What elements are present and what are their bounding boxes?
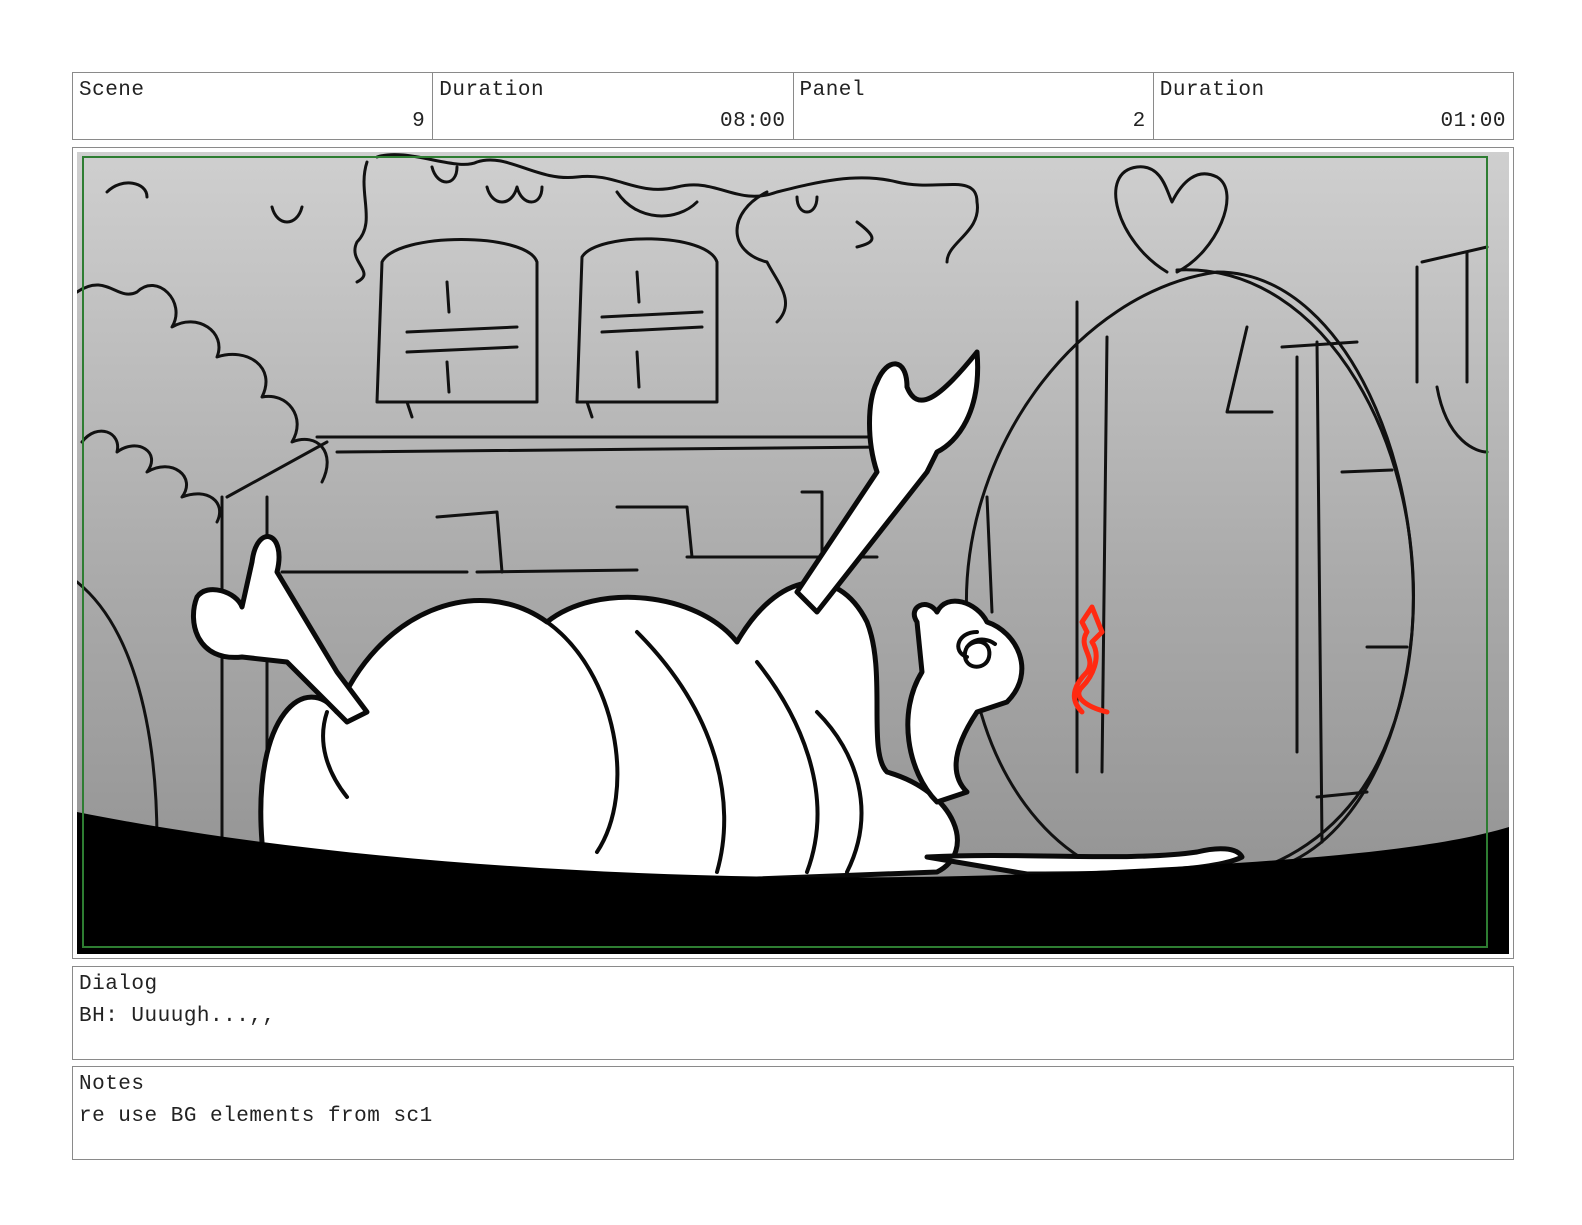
storyboard-panel[interactable] — [72, 147, 1514, 959]
panel-cell: Panel 2 — [794, 73, 1154, 139]
panel-duration-cell: Duration 01:00 — [1154, 73, 1513, 139]
panel-header: Scene 9 Duration 08:00 Panel 2 Duration … — [72, 72, 1514, 140]
notes-text[interactable]: re use BG elements from sc1 — [79, 1105, 433, 1128]
panel-number[interactable]: 2 — [1133, 110, 1146, 133]
dialog-text[interactable]: BH: Uuuugh...,, — [79, 1005, 276, 1028]
scene-cell: Scene 9 — [73, 73, 434, 139]
scene-duration-label: Duration — [439, 79, 545, 102]
notes-box[interactable]: Notes re use BG elements from sc1 — [72, 1066, 1514, 1160]
dialog-box[interactable]: Dialog BH: Uuuugh...,, — [72, 966, 1514, 1060]
panel-duration-value[interactable]: 01:00 — [1440, 110, 1506, 133]
dialog-label: Dialog — [79, 973, 158, 996]
scene-duration-cell: Duration 08:00 — [433, 73, 794, 139]
panel-duration-label: Duration — [1159, 79, 1265, 102]
storyboard-sketch-image — [77, 152, 1509, 954]
panel-label: Panel — [799, 79, 866, 102]
scene-label: Scene — [79, 79, 145, 102]
scene-duration-value[interactable]: 08:00 — [720, 110, 786, 133]
notes-label: Notes — [79, 1073, 145, 1096]
scene-number[interactable]: 9 — [412, 110, 425, 133]
